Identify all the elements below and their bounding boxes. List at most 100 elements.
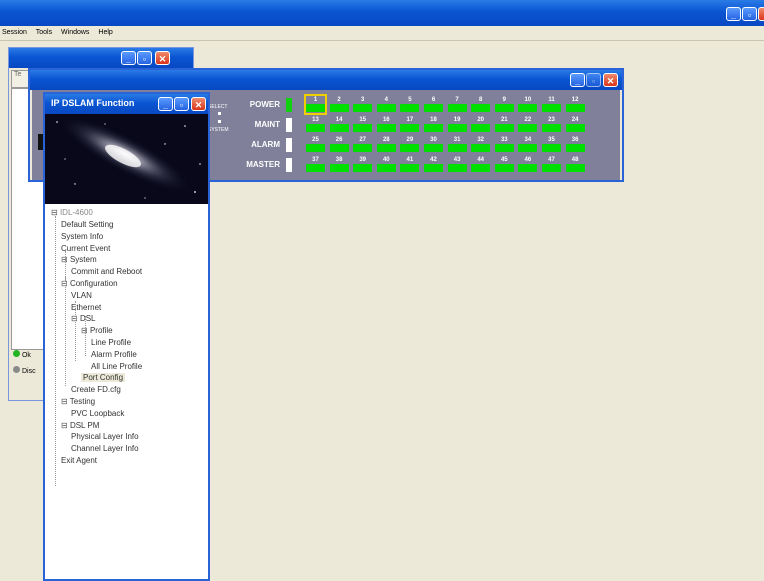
port-30[interactable]: 30 xyxy=(424,136,443,153)
restore-button[interactable]: ▫ xyxy=(742,7,757,21)
port-37[interactable]: 37 xyxy=(306,156,325,173)
tree-item-commit-and-reboot[interactable]: Commit and Reboot xyxy=(71,267,142,276)
tree-item-vlan[interactable]: VLAN xyxy=(71,291,92,300)
tree-item-pvc-loopback[interactable]: PVC Loopback xyxy=(71,409,124,418)
tree-item-system[interactable]: ⊟ System xyxy=(61,255,97,264)
port-number: 1 xyxy=(313,97,318,103)
port-number: 7 xyxy=(455,97,459,103)
tree-item-label: Current Event xyxy=(61,243,111,253)
port-number: 35 xyxy=(548,137,555,143)
tree-item-line-profile[interactable]: Line Profile xyxy=(91,338,131,347)
tree-item-alarm-profile[interactable]: Alarm Profile xyxy=(91,350,137,359)
port-14[interactable]: 14 xyxy=(329,116,349,133)
port-26[interactable]: 26 xyxy=(329,136,349,153)
port-1[interactable]: 1 xyxy=(304,94,327,115)
port-39[interactable]: 39 xyxy=(353,156,373,173)
port-number: 48 xyxy=(571,157,579,163)
port-17[interactable]: 17 xyxy=(400,116,420,133)
close-button[interactable] xyxy=(758,7,764,21)
port-16[interactable]: 16 xyxy=(376,116,396,133)
port-42[interactable]: 42 xyxy=(424,156,443,173)
port-22[interactable]: 22 xyxy=(518,116,538,133)
port-status-bar xyxy=(306,144,325,152)
menu-help[interactable]: Help xyxy=(98,29,112,36)
port-status-bar xyxy=(306,104,325,112)
dslam-restore-button[interactable]: ▫ xyxy=(174,97,189,111)
port-23[interactable]: 23 xyxy=(542,116,561,133)
port-11[interactable]: 11 xyxy=(542,96,561,113)
port-number: 3 xyxy=(361,97,365,103)
port-8[interactable]: 8 xyxy=(471,96,491,113)
port-20[interactable]: 20 xyxy=(471,116,491,133)
port-41[interactable]: 41 xyxy=(400,156,420,173)
menu-session[interactable]: Session xyxy=(2,29,27,36)
port-45[interactable]: 45 xyxy=(494,156,514,173)
tree-item-current-event[interactable]: Current Event xyxy=(61,244,110,253)
port-31[interactable]: 31 xyxy=(447,136,467,153)
port-7[interactable]: 7 xyxy=(447,96,467,113)
port-25[interactable]: 25 xyxy=(306,136,325,153)
port-3[interactable]: 3 xyxy=(353,96,373,113)
port-12[interactable]: 12 xyxy=(565,96,585,113)
tree-connector xyxy=(85,316,86,356)
tree-item-default-setting[interactable]: Default Setting xyxy=(61,220,113,229)
tree-item-dsl-pm[interactable]: ⊟ DSL PM xyxy=(61,421,99,430)
tree-item-configuration[interactable]: ⊟ Configuration xyxy=(61,279,118,288)
tree-item-port-config[interactable]: Port Config xyxy=(81,373,126,383)
port-35[interactable]: 35 xyxy=(542,136,561,153)
dslam-close-button[interactable]: ✕ xyxy=(191,97,206,111)
port-4[interactable]: 4 xyxy=(376,96,396,113)
bg-minimize-button[interactable]: _ xyxy=(121,51,136,65)
dslam-minimize-button[interactable]: _ xyxy=(158,97,173,111)
tree-item-label: Configuration xyxy=(69,279,118,288)
port-13[interactable]: 13 xyxy=(306,116,325,133)
port-29[interactable]: 29 xyxy=(400,136,420,153)
port-2[interactable]: 2 xyxy=(329,96,349,113)
port-21[interactable]: 21 xyxy=(494,116,514,133)
menu-windows[interactable]: Windows xyxy=(61,29,89,36)
minimize-button[interactable]: _ xyxy=(726,7,741,21)
port-18[interactable]: 18 xyxy=(424,116,443,133)
shelf-minimize-button[interactable]: _ xyxy=(570,73,585,87)
port-36[interactable]: 36 xyxy=(565,136,585,153)
tree-item-channel-layer-info[interactable]: Channel Layer Info xyxy=(71,444,139,453)
port-9[interactable]: 9 xyxy=(494,96,514,113)
port-6[interactable]: 6 xyxy=(424,96,443,113)
port-27[interactable]: 27 xyxy=(353,136,373,153)
port-32[interactable]: 32 xyxy=(471,136,491,153)
tree-item-system-info[interactable]: System Info xyxy=(61,232,103,241)
port-38[interactable]: 38 xyxy=(329,156,349,173)
port-34[interactable]: 34 xyxy=(518,136,538,153)
port-status-bar xyxy=(376,124,396,132)
tree-item-create-fd-cfg[interactable]: Create FD.cfg xyxy=(71,385,121,394)
port-40[interactable]: 40 xyxy=(376,156,396,173)
collapse-icon[interactable]: ⊟ xyxy=(61,421,68,430)
port-47[interactable]: 47 xyxy=(542,156,561,173)
port-number: 29 xyxy=(406,137,414,143)
port-43[interactable]: 43 xyxy=(447,156,467,173)
port-10[interactable]: 10 xyxy=(518,96,538,113)
port-19[interactable]: 19 xyxy=(447,116,467,133)
menu-tools[interactable]: Tools xyxy=(36,29,52,36)
bg-restore-button[interactable]: ▫ xyxy=(137,51,152,65)
shelf-restore-button[interactable]: ▫ xyxy=(586,73,601,87)
port-46[interactable]: 46 xyxy=(518,156,538,173)
tree-item-physical-layer-info[interactable]: Physical Layer Info xyxy=(71,432,139,441)
tree-root[interactable]: ⊟ IDL-4600 xyxy=(51,208,93,217)
tree-item-testing[interactable]: ⊟ Testing xyxy=(61,397,95,406)
port-44[interactable]: 44 xyxy=(471,156,491,173)
bg-close-button[interactable]: ✕ xyxy=(155,51,170,65)
port-33[interactable]: 33 xyxy=(494,136,514,153)
port-5[interactable]: 5 xyxy=(400,96,420,113)
port-number: 14 xyxy=(335,117,343,123)
tree-item-exit-agent[interactable]: Exit Agent xyxy=(61,456,97,465)
port-48[interactable]: 48 xyxy=(565,156,585,173)
tree-item-all-line-profile[interactable]: All Line Profile xyxy=(91,362,142,371)
tree-connector xyxy=(55,216,56,486)
collapse-icon[interactable]: ⊟ xyxy=(61,397,68,406)
port-15[interactable]: 15 xyxy=(353,116,373,133)
select-label: SELECT xyxy=(208,104,228,110)
port-24[interactable]: 24 xyxy=(565,116,585,133)
port-28[interactable]: 28 xyxy=(376,136,396,153)
shelf-close-button[interactable]: ✕ xyxy=(603,73,618,87)
